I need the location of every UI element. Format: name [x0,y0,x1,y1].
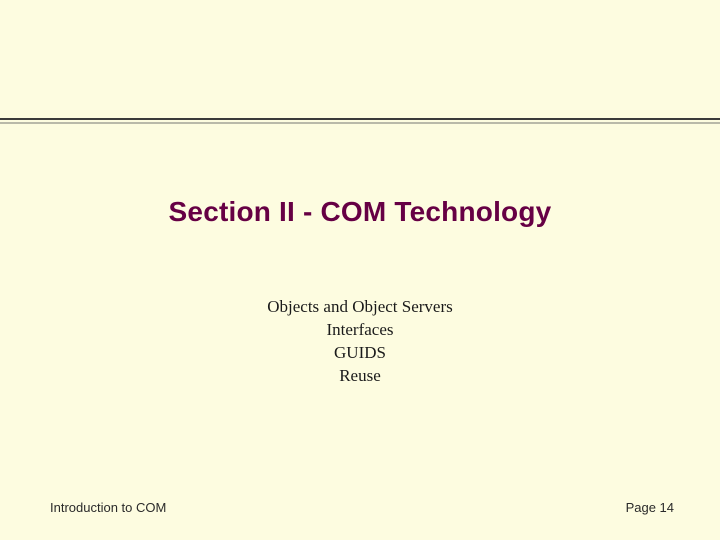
footer-left: Introduction to COM [50,500,166,515]
footer-right: Page 14 [626,500,674,515]
subtitle-item: Reuse [0,365,720,388]
subtitle-item: Interfaces [0,319,720,342]
subtitle-item: Objects and Object Servers [0,296,720,319]
subtitle-item: GUIDS [0,342,720,365]
subtitle-list: Objects and Object Servers Interfaces GU… [0,296,720,388]
divider-dark [0,118,720,120]
slide-title: Section II - COM Technology [0,196,720,228]
divider-light [0,122,720,124]
